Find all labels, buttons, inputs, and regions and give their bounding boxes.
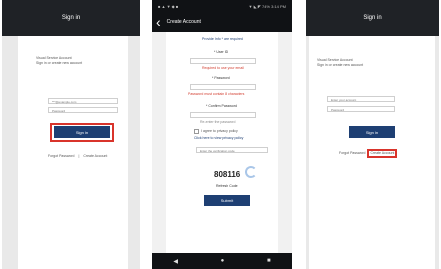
- recent-square-icon[interactable]: ■: [267, 258, 271, 264]
- back-triangle-icon[interactable]: ◀: [173, 258, 178, 265]
- highlight-box: [50, 123, 114, 142]
- password-field[interactable]: Password: [327, 106, 395, 112]
- account-field[interactable]: Enter your account: [327, 96, 395, 102]
- form-card: Visual Service Account Sign in or create…: [18, 36, 128, 269]
- hint-confirm: Re-enter the password: [200, 120, 236, 124]
- header: Sign in: [306, 0, 439, 36]
- create-account-link[interactable]: Create Account: [367, 149, 398, 158]
- screen-signin-1: Sign in Visual Service Account Sign in o…: [2, 0, 140, 269]
- forgot-password-link[interactable]: Forgot Password: [339, 151, 365, 156]
- android-nav-bar: ◀ ● ■: [152, 253, 292, 269]
- label-password: * Password: [212, 76, 230, 80]
- user-id-field[interactable]: [190, 58, 256, 64]
- email-field[interactable]: ***@example.com: [48, 98, 118, 104]
- page-title: Sign in: [61, 15, 81, 21]
- chevron-left-icon[interactable]: ‹: [152, 14, 167, 30]
- password-field[interactable]: Password: [48, 107, 118, 113]
- label-user-id: * User ID: [214, 50, 229, 54]
- refresh-icon[interactable]: [245, 166, 257, 178]
- confirm-password-field[interactable]: [190, 112, 256, 118]
- create-account-link[interactable]: Create Account: [83, 154, 107, 159]
- screen-create-account: ■ ▲ ▼ ◆ ■ ▼ ◣ ◤ 74% 3:14 PM ‹ Create Acc…: [152, 0, 292, 269]
- links-row: Forgot Password Create Account: [339, 149, 398, 158]
- intro-text: Visual Service Account Sign in or create…: [317, 58, 363, 67]
- header: Sign in: [2, 0, 140, 36]
- app-bar: ‹ Create Account: [152, 12, 292, 32]
- captcha-code: 808116: [214, 170, 241, 179]
- submit-button[interactable]: Submit: [204, 195, 250, 206]
- home-circle-icon[interactable]: ●: [221, 258, 225, 264]
- screen-signin-2: Sign in Visual Service Account Sign in o…: [306, 0, 439, 269]
- agree-label: I agree to privacy policy: [201, 129, 238, 134]
- intro-line2: Sign in or create new account: [36, 60, 83, 65]
- captcha-input[interactable]: Enter the verification code: [196, 147, 268, 153]
- privacy-policy-link[interactable]: Click here to view privacy policy: [194, 136, 243, 140]
- refresh-label[interactable]: Refresh Code: [216, 184, 238, 188]
- intro-text: Visual Service Account Sign in or create…: [36, 56, 82, 65]
- separator: |: [78, 154, 80, 158]
- status-right: ▼ ◣ ◤ 74% 3:14 PM: [248, 3, 286, 9]
- status-left: ■ ▲ ▼ ◆ ■: [158, 3, 179, 9]
- page-title: Sign in: [363, 15, 382, 21]
- agree-checkbox[interactable]: [194, 129, 199, 134]
- forgot-password-link[interactable]: Forgot Password: [48, 154, 74, 159]
- hint-password: Password must contain 8 characters: [188, 92, 245, 96]
- form-card: Visual Service Account Sign in or create…: [309, 36, 435, 269]
- subtitle: Provide Info * are required: [202, 37, 243, 41]
- links-row: Forgot Password | Create Account: [48, 154, 107, 159]
- agree-row: I agree to privacy policy: [194, 129, 238, 134]
- page-title: Create Account: [166, 19, 201, 25]
- label-confirm-password: * Confirm Password: [206, 104, 237, 108]
- intro-line2: Sign in or create new account: [317, 62, 364, 67]
- signin-button[interactable]: Sign in: [349, 126, 395, 138]
- hint-user-id: Required to use your email: [202, 66, 244, 70]
- password-field[interactable]: [190, 84, 256, 90]
- status-bar: ■ ▲ ▼ ◆ ■ ▼ ◣ ◤ 74% 3:14 PM: [152, 0, 292, 12]
